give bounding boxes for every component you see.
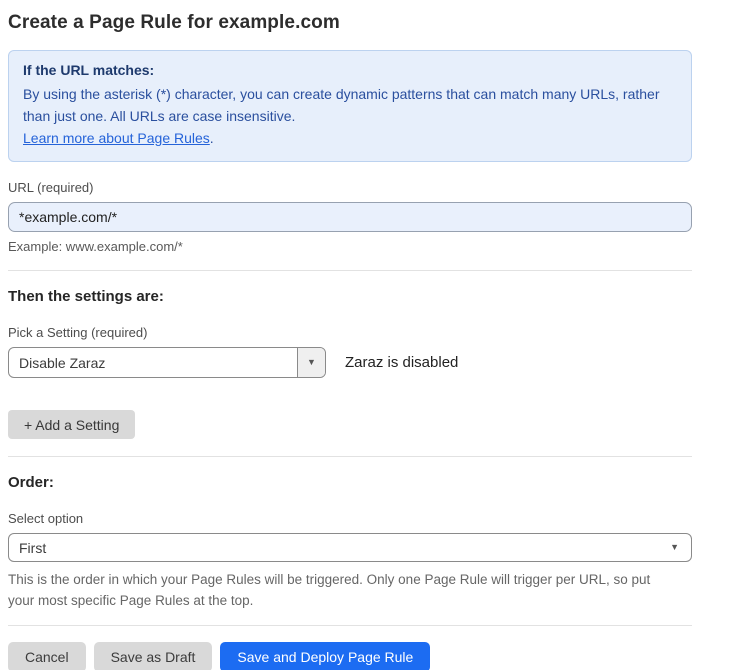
setting-row: Disable Zaraz ▼ Zaraz is disabled <box>8 347 692 378</box>
url-label: URL (required) <box>8 180 692 195</box>
cancel-button[interactable]: Cancel <box>8 642 86 670</box>
divider <box>8 456 692 457</box>
save-draft-button[interactable]: Save as Draft <box>94 642 213 670</box>
learn-more-link[interactable]: Learn more about Page Rules <box>23 130 210 146</box>
caret-down-icon: ▼ <box>307 358 316 367</box>
setting-status-text: Zaraz is disabled <box>345 354 458 371</box>
order-help-text: This is the order in which your Page Rul… <box>8 569 680 611</box>
order-heading: Order: <box>8 474 692 491</box>
link-period: . <box>210 130 214 146</box>
url-example-text: Example: www.example.com/* <box>8 239 692 254</box>
info-box-heading: If the URL matches: <box>23 62 677 78</box>
info-box-link-row: Learn more about Page Rules. <box>23 127 677 149</box>
setting-select-value: Disable Zaraz <box>9 348 297 377</box>
settings-heading: Then the settings are: <box>8 288 692 305</box>
caret-down-icon: ▼ <box>670 543 679 552</box>
pick-setting-label: Pick a Setting (required) <box>8 325 692 340</box>
page-title: Create a Page Rule for example.com <box>8 12 692 34</box>
save-deploy-button[interactable]: Save and Deploy Page Rule <box>220 642 430 670</box>
order-select-value: First <box>19 540 670 556</box>
divider <box>8 625 692 626</box>
add-setting-button[interactable]: + Add a Setting <box>8 410 135 439</box>
page-rule-form: Create a Page Rule for example.com If th… <box>0 0 750 670</box>
url-input[interactable] <box>8 202 692 232</box>
divider <box>8 270 692 271</box>
url-match-info-box: If the URL matches: By using the asteris… <box>8 50 692 162</box>
action-buttons: Cancel Save as Draft Save and Deploy Pag… <box>8 642 692 670</box>
info-box-body: By using the asterisk (*) character, you… <box>23 83 663 127</box>
setting-select[interactable]: Disable Zaraz ▼ <box>8 347 326 378</box>
setting-select-arrow-button[interactable]: ▼ <box>297 348 325 377</box>
order-select[interactable]: First ▼ <box>8 533 692 562</box>
order-select-label: Select option <box>8 511 692 526</box>
